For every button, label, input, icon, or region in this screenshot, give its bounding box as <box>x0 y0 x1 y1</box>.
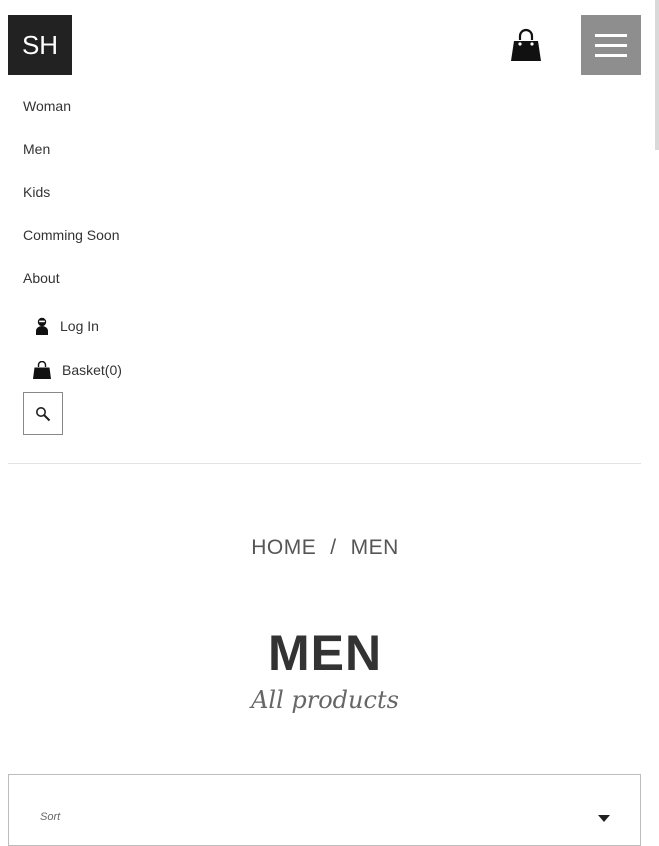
sort-label: Sort <box>40 811 61 823</box>
search-button[interactable] <box>23 392 63 435</box>
nav-item-kids[interactable]: Kids <box>23 182 120 225</box>
user-icon <box>36 317 48 335</box>
hamburger-menu-button[interactable] <box>581 15 641 75</box>
shopping-bag-icon[interactable] <box>510 28 542 62</box>
menu-bar <box>595 43 627 47</box>
menu-bar <box>595 53 627 57</box>
search-icon <box>36 406 51 421</box>
login-link[interactable]: Log In <box>36 317 99 335</box>
nav-item-men[interactable]: Men <box>23 139 120 182</box>
logo[interactable]: SH <box>8 15 72 75</box>
nav-item-about[interactable]: About <box>23 268 120 311</box>
nav-item-coming-soon[interactable]: Comming Soon <box>23 225 120 268</box>
page-title: MEN <box>267 625 383 681</box>
page-subtitle: All products <box>251 686 399 714</box>
breadcrumb-current: MEN <box>350 536 399 559</box>
divider <box>8 463 641 464</box>
main-nav: Woman Men Kids Comming Soon About <box>23 96 120 311</box>
menu-bar <box>595 33 627 37</box>
breadcrumb: HOME / MEN <box>0 536 650 560</box>
basket-link[interactable]: Basket(0) <box>33 361 122 379</box>
nav-item-woman[interactable]: Woman <box>23 96 120 139</box>
login-label: Log In <box>60 318 99 334</box>
scrollbar[interactable] <box>655 0 659 150</box>
breadcrumb-separator: / <box>330 536 337 559</box>
shopping-bag-icon <box>33 361 51 379</box>
sort-dropdown[interactable]: Sort <box>8 774 641 846</box>
basket-label: Basket(0) <box>62 362 122 378</box>
breadcrumb-home[interactable]: HOME <box>251 536 316 559</box>
caret-down-icon <box>598 815 610 822</box>
